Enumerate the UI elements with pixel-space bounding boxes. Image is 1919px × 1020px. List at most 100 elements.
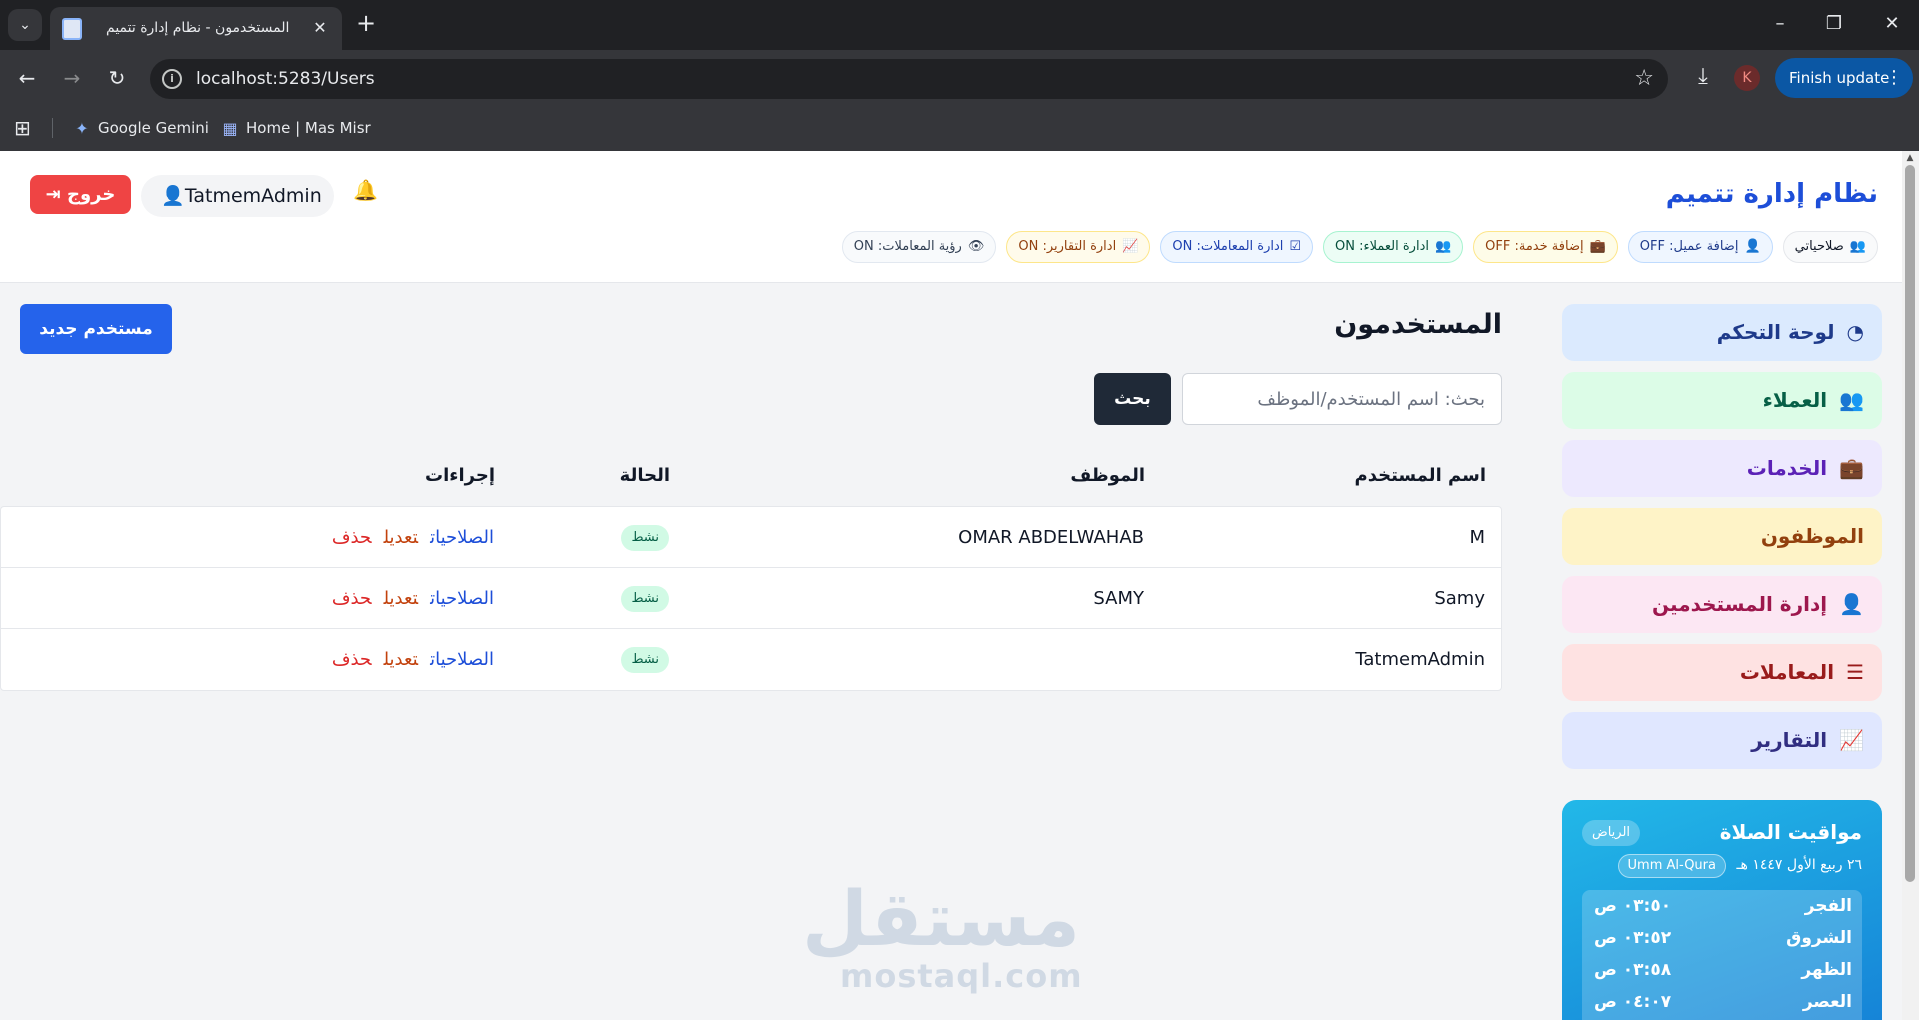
- forward-button[interactable]: →: [55, 61, 89, 95]
- search-input[interactable]: [1182, 373, 1502, 425]
- column-header-username: اسم المستخدم: [1354, 465, 1486, 486]
- column-header-actions: إجراءات: [425, 465, 495, 486]
- url-text[interactable]: localhost:5283/Users: [196, 59, 375, 99]
- logout-icon: ⇥: [45, 184, 61, 205]
- sidebar-item-clients[interactable]: 👥 العملاء: [1562, 372, 1882, 429]
- tab-close-icon[interactable]: ✕: [310, 18, 330, 38]
- perm-manage-reports: 📈 ادارة التقارير: ON: [1006, 231, 1151, 263]
- minimize-button[interactable]: –: [1750, 0, 1810, 48]
- calendar-badge: Umm Al-Qura: [1617, 854, 1726, 878]
- prayer-row: العصر ٠٤:٠٧ ص: [1582, 986, 1862, 1018]
- maximize-button[interactable]: ❐: [1804, 0, 1864, 48]
- sidebar-item-dashboard[interactable]: ◔ لوحة التحكم: [1562, 304, 1882, 361]
- column-header-status: الحالة: [619, 465, 670, 486]
- column-header-employee: الموظف: [1070, 465, 1145, 486]
- list-check-icon: ☰: [1846, 660, 1864, 684]
- sidebar-item-reports[interactable]: 📈 التقارير: [1562, 712, 1882, 769]
- briefcase-icon: 💼: [1589, 239, 1606, 254]
- prayer-name: الفجر: [1804, 896, 1852, 916]
- delete-link[interactable]: حذف: [332, 527, 372, 548]
- hijri-date: ٢٦ ربيع الأول ١٤٤٧ هـ Umm Al-Qura: [1617, 854, 1862, 878]
- browser-toolbar: ← → ↻ i localhost:5283/Users ☆ ⤓ K Finis…: [0, 50, 1919, 106]
- prayer-row: الشروق ٠٣:٥٢ ص: [1582, 922, 1862, 954]
- search-button[interactable]: بحث: [1094, 373, 1171, 425]
- new-tab-button[interactable]: +: [352, 10, 380, 38]
- prayer-name: الشروق: [1786, 928, 1852, 948]
- status-badge: نشط: [621, 525, 669, 551]
- tab-search-button[interactable]: ⌄: [8, 9, 42, 41]
- logout-button[interactable]: خروج ⇥: [30, 175, 131, 214]
- table-row: M OMAR ABDELWAHAB نشط الصلاحيات تعديل حذف: [1, 507, 1501, 568]
- scrollbar-thumb[interactable]: [1905, 165, 1915, 882]
- app-brand[interactable]: نظام إدارة تتميم: [1666, 179, 1878, 209]
- prayer-time: ٠٣:٥٨ ص: [1594, 960, 1672, 980]
- active-tab[interactable]: المستخدمون - نظام إدارة تتميم ✕: [50, 7, 342, 50]
- prayer-time: ٠٣:٥٠ ص: [1594, 896, 1672, 916]
- finish-update-button[interactable]: Finish update ⋮: [1775, 58, 1913, 98]
- delete-link[interactable]: حذف: [332, 588, 372, 609]
- delete-link[interactable]: حذف: [332, 649, 372, 670]
- bookmark-star-icon[interactable]: ☆: [1634, 65, 1654, 93]
- perm-label: ادارة المعاملات: ON: [1172, 239, 1284, 254]
- bookmark-google-gemini[interactable]: ✦ Google Gemini: [72, 106, 209, 151]
- back-button[interactable]: ←: [10, 61, 44, 95]
- status-badge: نشط: [621, 647, 669, 673]
- prayer-time: ٠٣:٥٢ ص: [1594, 928, 1672, 948]
- eye-icon: 👁: [967, 239, 985, 254]
- sidebar-item-transactions[interactable]: ☰ المعاملات: [1562, 644, 1882, 701]
- perm-add-client: 👤 إضافة عميل: OFF: [1627, 231, 1773, 263]
- user-icon: 👤: [161, 185, 185, 207]
- cell-status: نشط: [621, 507, 669, 568]
- perm-label: صلاحياتي: [1794, 239, 1844, 254]
- sidebar-item-label: العملاء: [1762, 388, 1828, 412]
- perm-label: ادارة التقارير: ON: [1018, 239, 1117, 254]
- prayer-times-list: الفجر ٠٣:٥٠ ص الشروق ٠٣:٥٢ ص الظهر ٠٣:٥٨ ص …: [1582, 890, 1862, 1020]
- prayer-name: الظهر: [1801, 960, 1852, 980]
- prayer-title: مواقيت الصلاة: [1719, 820, 1862, 844]
- sidebar-item-label: إدارة المستخدمين: [1652, 592, 1828, 616]
- sidebar-item-employees[interactable]: الموظفون: [1562, 508, 1882, 565]
- briefcase-icon: 💼: [1839, 456, 1864, 480]
- table-header: اسم المستخدم الموظف الحالة إجراءات: [0, 446, 1502, 506]
- new-user-button[interactable]: مستخدم جديد: [20, 304, 172, 354]
- user-gear-icon: 👥: [1849, 239, 1866, 254]
- sidebar-item-services[interactable]: 💼 الخدمات: [1562, 440, 1882, 497]
- prayer-row: الفجر ٠٣:٥٠ ص: [1582, 890, 1862, 922]
- address-bar[interactable]: i localhost:5283/Users ☆: [150, 59, 1668, 99]
- cell-actions: الصلاحيات تعديل حذف: [320, 629, 494, 690]
- close-window-button[interactable]: ✕: [1862, 0, 1919, 48]
- watermark-arabic: مستقل: [802, 874, 1080, 963]
- permissions-link[interactable]: الصلاحيات: [430, 649, 494, 670]
- bookmark-mas-misr[interactable]: ▦ Home | Mas Misr: [220, 106, 370, 151]
- sidebar-item-user-management[interactable]: 👤 إدارة المستخدمين: [1562, 576, 1882, 633]
- logout-label: خروج: [67, 184, 116, 205]
- site-info-icon[interactable]: i: [162, 69, 182, 89]
- permissions-link[interactable]: الصلاحيات: [430, 527, 494, 548]
- edit-link[interactable]: تعديل: [384, 527, 419, 548]
- bookmarks-divider: [52, 118, 53, 138]
- bell-icon[interactable]: 🔔: [353, 178, 378, 202]
- edit-link[interactable]: تعديل: [384, 588, 419, 609]
- cell-status: نشط: [621, 629, 669, 690]
- edit-link[interactable]: تعديل: [384, 649, 419, 670]
- tab-bar: ⌄ المستخدمون - نظام إدارة تتميم ✕ + – ❐ …: [0, 0, 1919, 50]
- perm-label: إضافة عميل: OFF: [1639, 239, 1739, 254]
- perm-my-permissions[interactable]: 👥 صلاحياتي: [1782, 231, 1878, 263]
- prayer-time: ٠٤:٠٧ ص: [1594, 992, 1672, 1012]
- scroll-up-icon[interactable]: ▲: [1904, 153, 1916, 163]
- user-plus-icon: 👤: [1744, 239, 1761, 254]
- user-chip[interactable]: 👤TatmemAdmin: [141, 175, 334, 217]
- permissions-link[interactable]: الصلاحيات: [430, 588, 494, 609]
- chart-line-icon: 📈: [1122, 239, 1139, 254]
- cell-employee: SAMY: [1093, 588, 1144, 609]
- reload-button[interactable]: ↻: [100, 61, 134, 95]
- profile-avatar[interactable]: K: [1734, 65, 1760, 91]
- sidebar-item-label: المعاملات: [1739, 660, 1835, 684]
- perm-label: رؤية المعاملات: ON: [853, 239, 962, 254]
- permissions-bar: 👥 صلاحياتي 👤 إضافة عميل: OFF 💼 إضافة خدمة: …: [841, 231, 1878, 263]
- apps-grid-icon[interactable]: ⊞: [14, 118, 34, 138]
- download-icon[interactable]: ⤓: [1686, 60, 1720, 94]
- prayer-name: العصر: [1802, 992, 1852, 1012]
- sidebar-item-label: الموظفون: [1760, 524, 1864, 548]
- perm-view-transactions: 👁 رؤية المعاملات: ON: [841, 231, 997, 263]
